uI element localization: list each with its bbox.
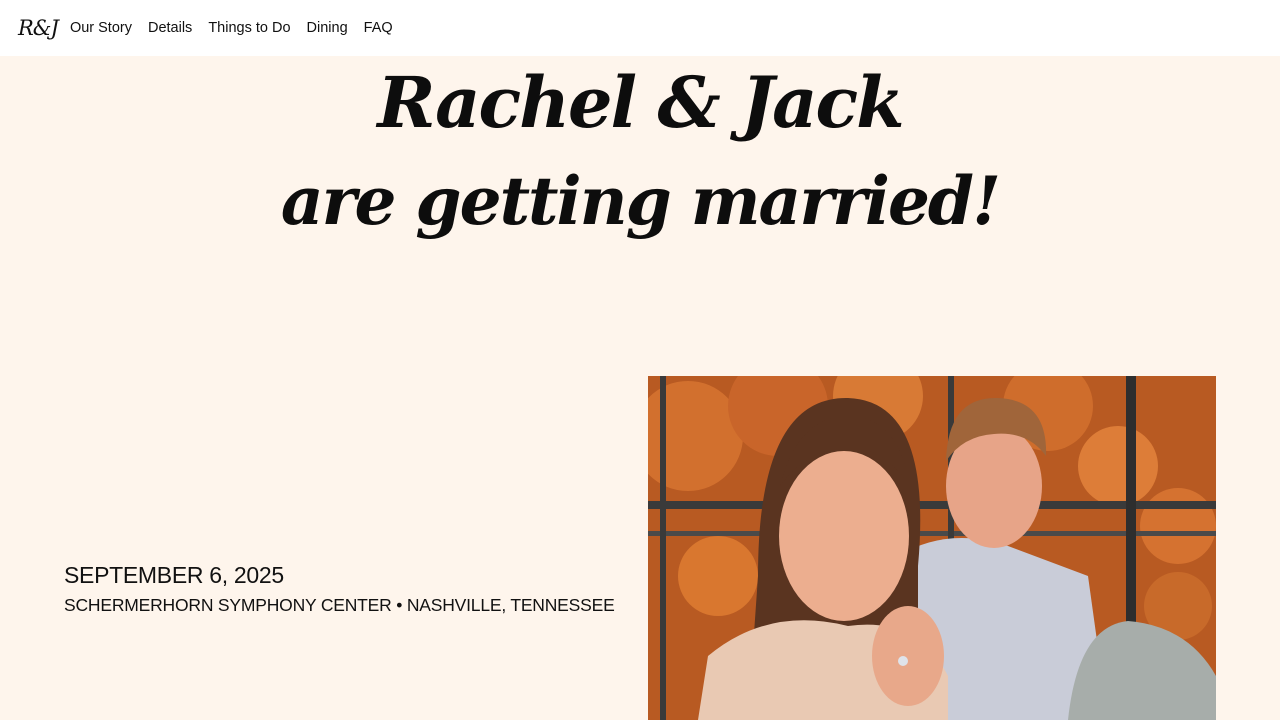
nav-links: Our Story Details Things to Do Dining FA… [70, 20, 409, 36]
nav-link-dining[interactable]: Dining [307, 20, 348, 36]
nav-link-things-to-do[interactable]: Things to Do [208, 20, 290, 36]
site-logo[interactable]: R&J [18, 16, 59, 40]
nav-link-details[interactable]: Details [148, 20, 192, 36]
hero-title-tagline: are getting married! [280, 162, 1001, 240]
hero-title-names: Rachel & Jack [377, 61, 904, 144]
engagement-photo [648, 376, 1216, 720]
event-date: SEPTEMBER 6, 2025 [64, 562, 284, 588]
top-nav: R&J Our Story Details Things to Do Dinin… [0, 0, 1280, 56]
nav-link-our-story[interactable]: Our Story [70, 20, 132, 36]
nav-link-faq[interactable]: FAQ [364, 20, 393, 36]
event-venue: SCHERMERHORN SYMPHONY CENTER • NASHVILLE… [64, 595, 615, 615]
